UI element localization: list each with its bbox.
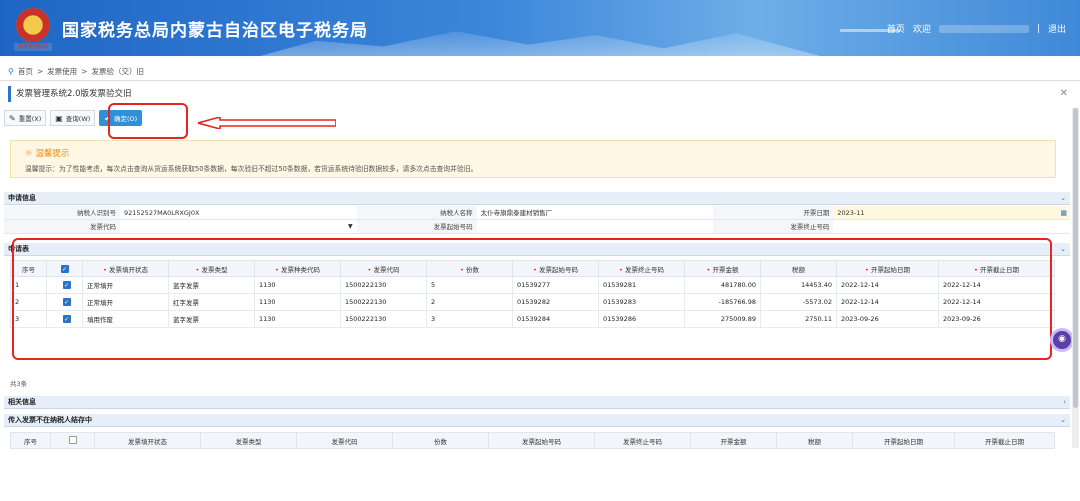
query-button[interactable]: ▣ 查询(W) xyxy=(50,110,96,126)
total-count: 共3条 xyxy=(10,380,28,388)
issue-date-value: 2023-11 xyxy=(837,209,865,217)
divider xyxy=(0,80,1080,81)
select-all-checkbox[interactable] xyxy=(50,432,95,449)
column-header: 税额 xyxy=(776,432,853,449)
column-header: 发票类型 xyxy=(200,432,297,449)
invoice-code-label: 发票代码 xyxy=(4,220,120,233)
annotation-box-confirm xyxy=(108,103,188,139)
site-header: 国家税务总局 国家税务总局内蒙古自治区电子税务局 首页 欢迎 | 退出 xyxy=(0,0,1080,56)
reset-button-label: 重置(X) xyxy=(18,115,42,123)
column-header: 发票代码 xyxy=(296,432,393,449)
missing-invoices-table: 序号 发票填开状态 发票类型 发票代码 份数 发票起始号码 发票终止号码 开票金额 税额 开票起始… xyxy=(10,432,1055,449)
breadcrumb-current: 发票验（交）旧 xyxy=(91,67,144,76)
reset-button[interactable]: ✎ 重置(X) xyxy=(4,110,47,126)
invoice-code-select[interactable]: ▼ xyxy=(120,220,357,233)
column-header: 开票截止日期 xyxy=(954,432,1055,449)
checkbox-empty-icon[interactable] xyxy=(68,435,77,444)
taxpayer-id-label: 纳税人识别号 xyxy=(4,206,120,219)
issue-date-label: 开票日期 xyxy=(713,206,834,219)
notice-body: 温馨提示：为了性能考虑，每次点击查询从货运系统获取50条数据，每次验旧不超过50… xyxy=(25,165,478,173)
column-header: 开票金额 xyxy=(690,432,777,449)
close-icon[interactable]: ✕ xyxy=(1060,86,1068,102)
start-no-label: 发票起始号码 xyxy=(356,220,477,233)
taxpayer-id-value: 92152527MA0LRXGJ0X xyxy=(124,209,200,217)
breadcrumb-home[interactable]: 首页 xyxy=(18,66,33,77)
chevron-down-icon[interactable]: ⌄ xyxy=(1060,414,1066,427)
annotation-arrow xyxy=(198,117,336,129)
issue-date-field[interactable]: 2023-11 ▦ xyxy=(833,206,1071,220)
breadcrumb-sep: > xyxy=(36,67,44,76)
section-apply-info-label: 申请信息 xyxy=(8,194,36,202)
query-button-label: 查询(W) xyxy=(65,115,91,123)
form-row: 纳税人识别号 92152527MA0LRXGJ0X 纳税人名称 太仆寺旗鼎泰建材… xyxy=(4,206,1071,220)
start-no-input[interactable] xyxy=(477,220,714,233)
emblem-label: 国家税务总局 xyxy=(14,43,52,51)
column-header: 发票填开状态 xyxy=(94,432,201,449)
chevron-down-icon[interactable]: ⌄ xyxy=(1060,192,1066,205)
home-link[interactable]: 首页 xyxy=(887,22,905,35)
calendar-icon[interactable]: ▦ xyxy=(1060,206,1067,220)
breadcrumb: ⚲ 首页 > 发票使用 > 发票验（交）旧 xyxy=(8,66,144,77)
table-header-row: 序号 发票填开状态 发票类型 发票代码 份数 发票起始号码 发票终止号码 开票金额 税额 开票起始… xyxy=(10,432,1055,449)
scrollbar-thumb[interactable] xyxy=(1073,108,1078,408)
taxpayer-name-value: 太仆寺旗鼎泰建材销售厂 xyxy=(480,209,553,217)
section-missing-label: 传入发票不在纳税人结存中 xyxy=(8,416,92,424)
site-title: 国家税务总局内蒙古自治区电子税务局 xyxy=(62,21,368,41)
end-no-label: 发票终止号码 xyxy=(713,220,834,233)
breadcrumb-invoice-use[interactable]: 发票使用 xyxy=(47,66,77,77)
end-no-input[interactable] xyxy=(833,220,1070,233)
section-apply-info[interactable]: 申请信息 ⌄ xyxy=(4,192,1070,205)
taxpayer-name-label: 纳税人名称 xyxy=(356,206,477,219)
column-header: 序号 xyxy=(10,432,51,449)
form-row: 发票代码 ▼ 发票起始号码 发票终止号码 xyxy=(4,220,1070,234)
welcome-label: 欢迎 xyxy=(912,25,931,35)
section-related-info-label: 相关信息 xyxy=(8,398,36,406)
page-title-text: 发票管理系统2.0版发票验交旧 xyxy=(16,89,132,99)
column-header: 发票起始号码 xyxy=(488,432,595,449)
logout-link[interactable]: 退出 xyxy=(1048,22,1066,35)
column-header: 发票终止号码 xyxy=(594,432,691,449)
header-user-area: 首页 欢迎 | 退出 xyxy=(887,22,1066,36)
column-header: 份数 xyxy=(392,432,489,449)
chevron-right-icon[interactable]: › xyxy=(1063,396,1066,409)
chat-assistant-icon[interactable]: ◉ xyxy=(1050,328,1074,352)
header-divider: | xyxy=(1036,23,1040,34)
breadcrumb-sep: > xyxy=(81,67,88,76)
notice-title: ☼ 温馨提示 xyxy=(25,149,70,159)
edit-icon: ✎ xyxy=(9,113,16,123)
column-header: 开票起始日期 xyxy=(852,432,955,449)
location-pin-icon: ⚲ xyxy=(8,67,14,76)
chevron-down-icon[interactable]: ⌄ xyxy=(1060,243,1066,256)
vertical-scrollbar[interactable] xyxy=(1072,108,1079,448)
dropdown-caret-icon: ▼ xyxy=(348,223,353,230)
notice-box: ☼ 温馨提示 温馨提示：为了性能考虑，每次点击查询从货运系统获取50条数据，每次… xyxy=(10,140,1056,178)
section-missing-invoices[interactable]: 传入发票不在纳税人结存中 ⌄ xyxy=(4,414,1070,427)
apply-info-form: 纳税人识别号 92152527MA0LRXGJ0X 纳税人名称 太仆寺旗鼎泰建材… xyxy=(4,206,1071,234)
section-related-info[interactable]: 相关信息 › xyxy=(4,396,1070,409)
annotation-box-table xyxy=(12,238,1052,360)
page-title: 发票管理系统2.0版发票验交旧 ✕ xyxy=(8,86,1072,102)
user-name-redacted xyxy=(938,24,1029,33)
save-icon: ▣ xyxy=(55,113,63,123)
national-emblem-icon xyxy=(16,8,50,42)
